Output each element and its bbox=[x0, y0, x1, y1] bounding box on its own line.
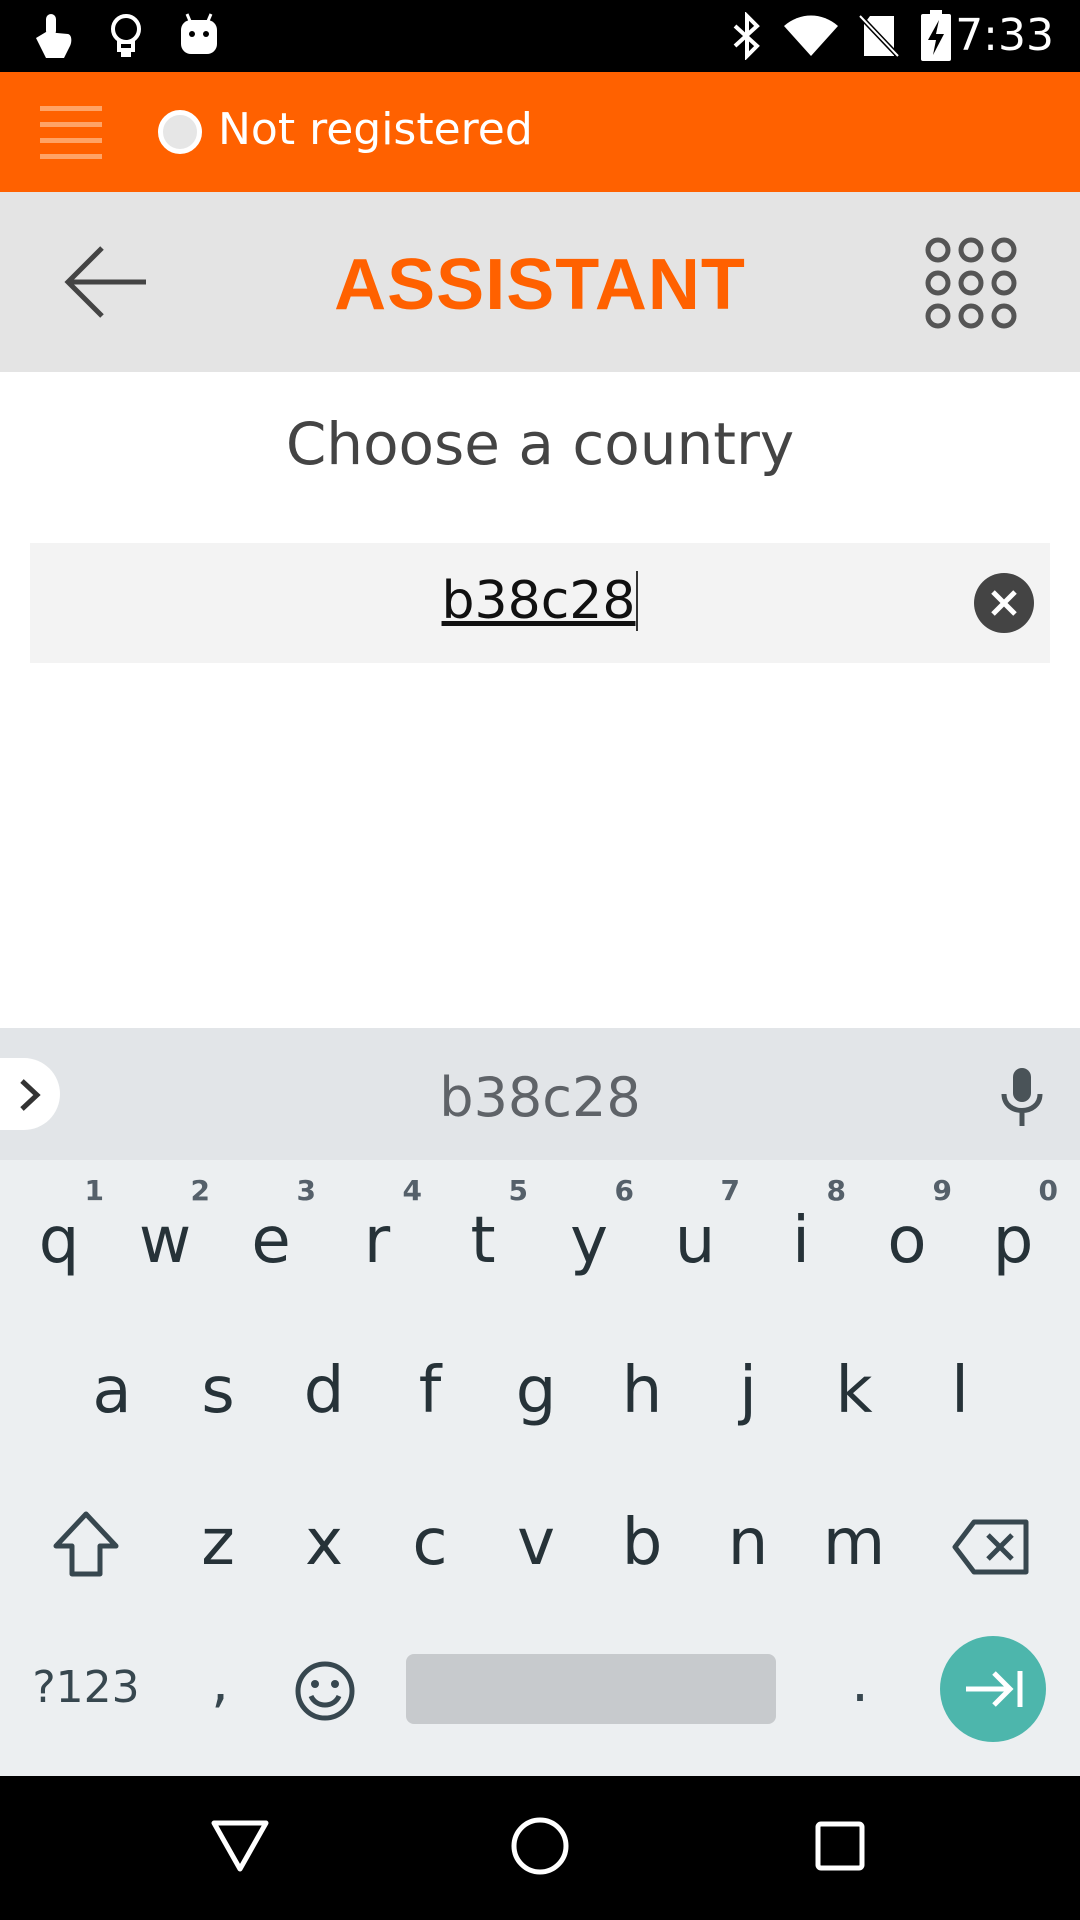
suggestion-strip: b38c28 bbox=[0, 1028, 1080, 1160]
hamburger-menu-icon[interactable] bbox=[40, 102, 102, 164]
key-i[interactable]: i8 bbox=[748, 1170, 854, 1310]
touch-icon bbox=[36, 14, 72, 58]
home-circle-icon[interactable] bbox=[510, 1816, 570, 1876]
clear-search-button[interactable] bbox=[974, 573, 1034, 633]
key-m[interactable]: m bbox=[801, 1472, 907, 1612]
key-r[interactable]: r4 bbox=[324, 1170, 430, 1310]
space-bar[interactable] bbox=[406, 1654, 776, 1724]
key-w[interactable]: w2 bbox=[112, 1170, 218, 1310]
next-field-icon bbox=[966, 1671, 1023, 1707]
registration-status-dot bbox=[158, 110, 202, 154]
key-s[interactable]: s bbox=[165, 1320, 271, 1460]
key-z[interactable]: z bbox=[165, 1472, 271, 1612]
key-v[interactable]: v bbox=[483, 1472, 589, 1612]
enter-key[interactable] bbox=[940, 1636, 1046, 1742]
period-key[interactable]: . bbox=[830, 1650, 890, 1715]
key-x[interactable]: x bbox=[271, 1472, 377, 1612]
key-g[interactable]: g bbox=[483, 1320, 589, 1460]
key-b[interactable]: b bbox=[589, 1472, 695, 1612]
comma-key[interactable]: , bbox=[190, 1650, 250, 1715]
key-p[interactable]: p0 bbox=[960, 1170, 1066, 1310]
key-y[interactable]: y6 bbox=[536, 1170, 642, 1310]
no-sim-icon bbox=[858, 14, 900, 58]
backspace-key[interactable] bbox=[952, 1518, 1030, 1576]
toolbar-title: ASSISTANT bbox=[334, 245, 746, 325]
microphone-icon[interactable] bbox=[1000, 1066, 1044, 1128]
system-navigation-bar bbox=[0, 1776, 1080, 1920]
lightbulb-icon bbox=[111, 14, 141, 57]
key-d[interactable]: d bbox=[271, 1320, 377, 1460]
key-h[interactable]: h bbox=[589, 1320, 695, 1460]
key-t[interactable]: t5 bbox=[430, 1170, 536, 1310]
emoji-key[interactable] bbox=[294, 1660, 356, 1722]
clear-icon bbox=[991, 590, 1017, 616]
search-input-value[interactable]: b38c28 bbox=[30, 571, 1050, 631]
key-c[interactable]: c bbox=[377, 1472, 483, 1612]
app-bar: Not registered bbox=[0, 72, 1080, 192]
battery-charging-icon bbox=[921, 10, 951, 61]
key-a[interactable]: a bbox=[59, 1320, 165, 1460]
status-bar: 7:33 bbox=[0, 0, 1080, 72]
soft-keyboard: b38c28 q1 w2 e3 r4 t5 y6 u7 i8 o9 p0 a s… bbox=[0, 1028, 1080, 1776]
suggestion-word[interactable]: b38c28 bbox=[0, 1066, 1080, 1129]
key-u[interactable]: u7 bbox=[642, 1170, 748, 1310]
key-q[interactable]: q1 bbox=[6, 1170, 112, 1310]
key-f[interactable]: f bbox=[377, 1320, 483, 1460]
bluetooth-icon bbox=[733, 12, 760, 60]
key-e[interactable]: e3 bbox=[218, 1170, 324, 1310]
key-n[interactable]: n bbox=[695, 1472, 801, 1612]
back-triangle-icon[interactable] bbox=[210, 1818, 270, 1874]
key-l[interactable]: l bbox=[907, 1320, 1013, 1460]
key-o[interactable]: o9 bbox=[854, 1170, 960, 1310]
toolbar: ASSISTANT bbox=[0, 192, 1080, 372]
key-j[interactable]: j bbox=[695, 1320, 801, 1460]
recents-square-icon[interactable] bbox=[814, 1820, 866, 1872]
wifi-icon bbox=[784, 15, 838, 56]
country-search-input[interactable]: b38c28 bbox=[30, 543, 1050, 663]
android-icon bbox=[181, 13, 217, 54]
page-title: Choose a country bbox=[285, 410, 795, 478]
dialpad-icon[interactable] bbox=[924, 236, 1018, 330]
shift-key[interactable] bbox=[52, 1510, 120, 1578]
status-time: 7:33 bbox=[955, 10, 1054, 61]
registration-status: Not registered bbox=[218, 104, 533, 155]
symbols-key[interactable]: ?123 bbox=[20, 1662, 152, 1713]
key-k[interactable]: k bbox=[801, 1320, 907, 1460]
